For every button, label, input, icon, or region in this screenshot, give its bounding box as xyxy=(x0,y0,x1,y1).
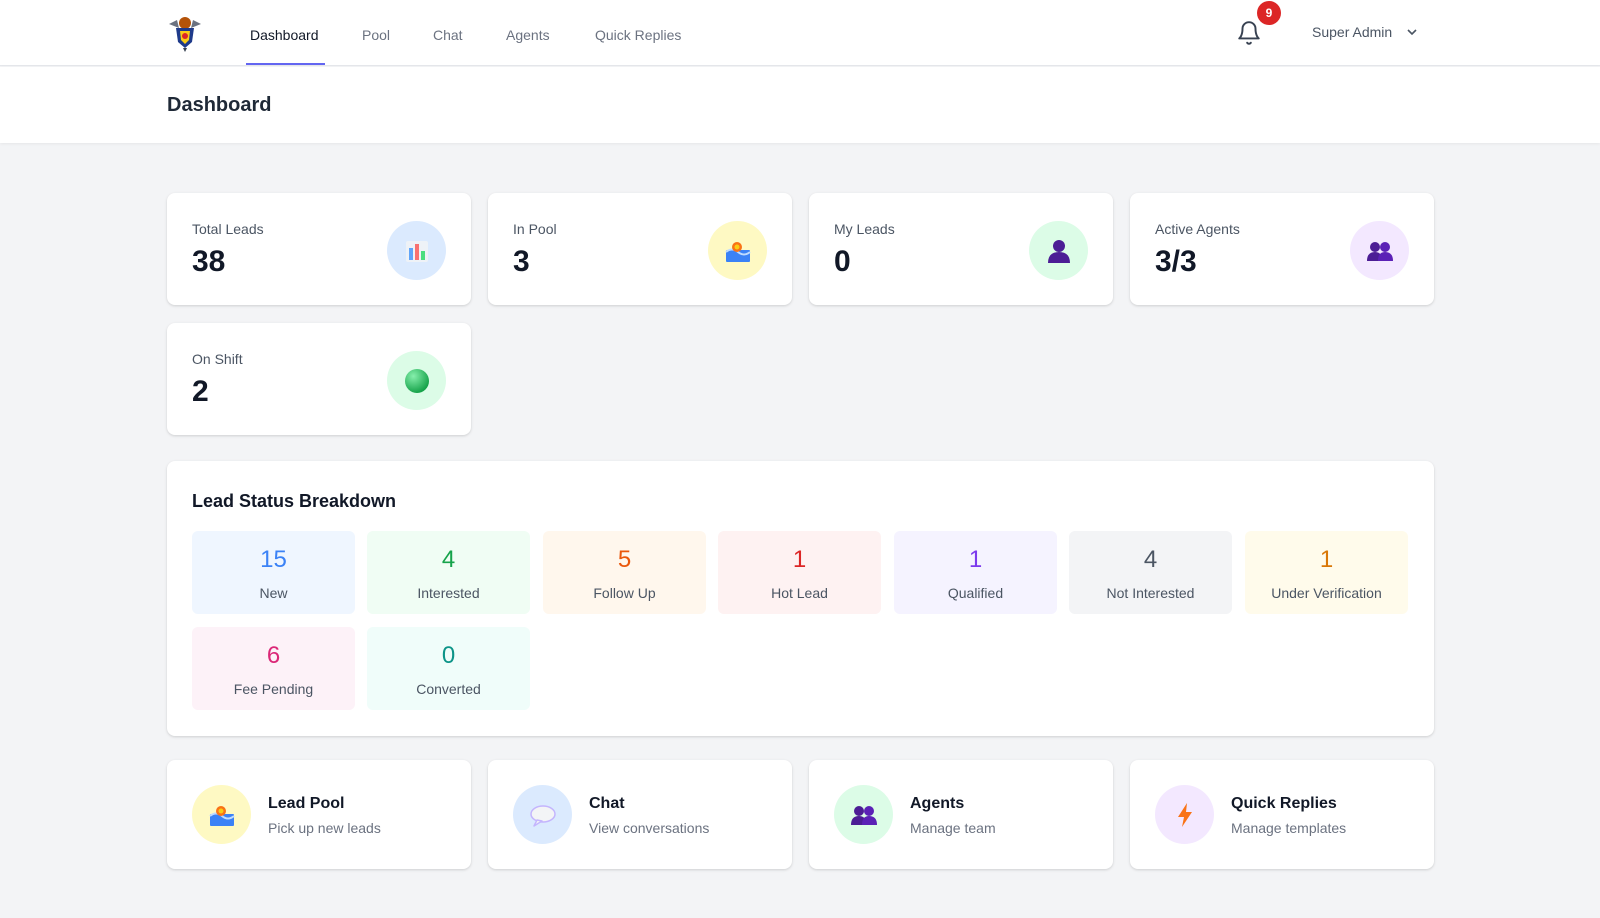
quick-link-subtitle: View conversations xyxy=(589,820,710,836)
status-count: 4 xyxy=(441,546,456,573)
status-tile-interested[interactable]: 4 Interested xyxy=(367,531,530,614)
status-count: 1 xyxy=(968,546,983,573)
nav-quick-replies[interactable]: Quick Replies xyxy=(595,0,681,66)
quick-link-title: Chat xyxy=(589,795,625,812)
user-name: Super Admin xyxy=(1312,24,1393,40)
status-count: 1 xyxy=(792,546,807,573)
status-tile-new[interactable]: 15 New xyxy=(192,531,355,614)
user-menu[interactable]: Super Admin xyxy=(1312,24,1418,41)
stat-value: 0 xyxy=(834,245,851,278)
people-icon xyxy=(834,785,893,844)
status-tile-qualified[interactable]: 1 Qualified xyxy=(894,531,1057,614)
stat-label: Total Leads xyxy=(192,221,264,237)
quick-link-subtitle: Pick up new leads xyxy=(268,820,381,836)
active-tab-indicator xyxy=(246,63,325,65)
speech-bubble-icon xyxy=(513,785,572,844)
quick-link-chat[interactable]: Chat View conversations xyxy=(488,760,792,869)
status-count: 0 xyxy=(441,642,456,669)
status-tile-not-interested[interactable]: 4 Not Interested xyxy=(1069,531,1232,614)
stat-value: 38 xyxy=(192,245,226,278)
wave-pool-icon xyxy=(192,785,251,844)
section-title: Lead Status Breakdown xyxy=(192,491,397,511)
quick-link-subtitle: Manage team xyxy=(910,820,996,836)
page-title: Dashboard xyxy=(167,94,272,116)
green-circle-icon xyxy=(387,351,446,410)
stat-label: Active Agents xyxy=(1155,221,1240,237)
page-header: Dashboard xyxy=(0,67,1600,143)
nav-chat[interactable]: Chat xyxy=(433,0,463,66)
quick-link-title: Agents xyxy=(910,795,965,812)
lead-status-breakdown: Lead Status Breakdown 15 New 4 Intereste… xyxy=(167,461,1434,736)
stat-value: 3/3 xyxy=(1155,245,1197,278)
status-count: 15 xyxy=(260,546,287,573)
status-label: Follow Up xyxy=(593,585,656,601)
status-tile-hot-lead[interactable]: 1 Hot Lead xyxy=(718,531,881,614)
status-tile-fee-pending[interactable]: 6 Fee Pending xyxy=(192,627,355,710)
quick-link-quick-replies[interactable]: Quick Replies Manage templates xyxy=(1130,760,1434,869)
stat-card-in-pool: In Pool 3 xyxy=(488,193,792,305)
status-tile-under-verification[interactable]: 1 Under Verification xyxy=(1245,531,1408,614)
stat-card-total-leads: Total Leads 38 xyxy=(167,193,471,305)
logo-icon[interactable] xyxy=(165,14,205,52)
stat-label: On Shift xyxy=(192,351,243,367)
status-tile-converted[interactable]: 0 Converted xyxy=(367,627,530,710)
notification-badge: 9 xyxy=(1257,1,1281,25)
bell-icon[interactable] xyxy=(1236,20,1262,46)
quick-link-subtitle: Manage templates xyxy=(1231,820,1347,836)
chevron-down-icon xyxy=(1406,25,1418,41)
stat-card-active-agents: Active Agents 3/3 xyxy=(1130,193,1434,305)
status-count: 1 xyxy=(1319,546,1334,573)
status-label: Interested xyxy=(417,585,480,601)
status-count: 4 xyxy=(1143,546,1158,573)
bar-chart-icon xyxy=(387,221,446,280)
status-tile-follow-up[interactable]: 5 Follow Up xyxy=(543,531,706,614)
lightning-icon xyxy=(1155,785,1214,844)
stat-card-on-shift: On Shift 2 xyxy=(167,323,471,435)
nav-agents[interactable]: Agents xyxy=(506,0,550,66)
stat-label: My Leads xyxy=(834,221,895,237)
status-count: 5 xyxy=(617,546,632,573)
stat-value: 2 xyxy=(192,375,209,408)
status-label: Not Interested xyxy=(1106,585,1195,601)
status-label: Qualified xyxy=(947,585,1004,601)
status-label: Under Verification xyxy=(1271,585,1382,601)
quick-link-title: Lead Pool xyxy=(268,795,345,812)
status-label: New xyxy=(259,585,288,601)
people-icon xyxy=(1350,221,1409,280)
wave-pool-icon xyxy=(708,221,767,280)
stat-label: In Pool xyxy=(513,221,557,237)
nav-pool[interactable]: Pool xyxy=(362,0,390,66)
stat-value: 3 xyxy=(513,245,530,278)
quick-link-agents[interactable]: Agents Manage team xyxy=(809,760,1113,869)
status-label: Hot Lead xyxy=(771,585,828,601)
quick-link-title: Quick Replies xyxy=(1231,795,1337,812)
status-count: 6 xyxy=(266,642,281,669)
status-label: Fee Pending xyxy=(233,681,314,697)
stat-card-my-leads: My Leads 0 xyxy=(809,193,1113,305)
top-navbar: Dashboard Pool Chat Agents Quick Replies… xyxy=(0,0,1600,66)
nav-dashboard[interactable]: Dashboard xyxy=(250,0,319,66)
status-label: Converted xyxy=(416,681,481,697)
quick-link-lead-pool[interactable]: Lead Pool Pick up new leads xyxy=(167,760,471,869)
person-icon xyxy=(1029,221,1088,280)
